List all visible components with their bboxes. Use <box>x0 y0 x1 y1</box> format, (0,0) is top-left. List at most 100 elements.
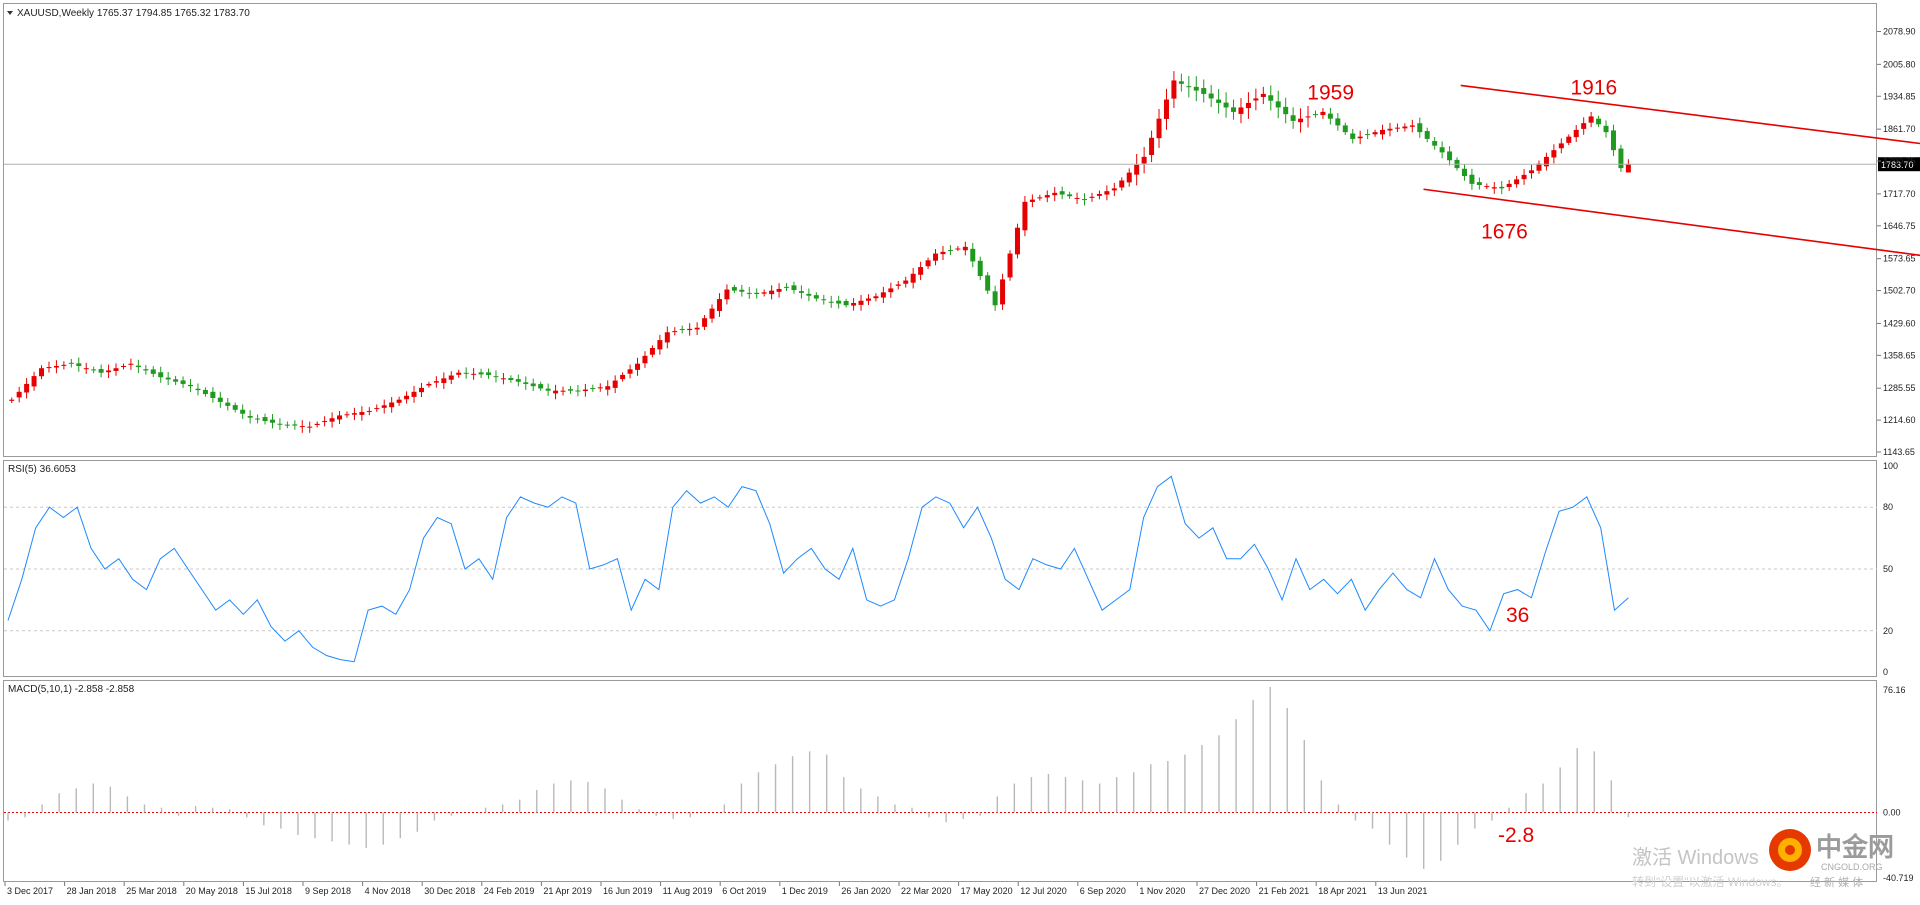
candle-body <box>747 293 752 294</box>
candle-body <box>210 392 215 398</box>
candle-body <box>553 391 558 394</box>
candle-body <box>315 424 320 425</box>
macd-value-annotation: -2.8 <box>1498 824 1534 847</box>
time-tick-label: 25 Mar 2018 <box>126 886 177 896</box>
candle-body <box>575 391 580 392</box>
candle-body <box>769 291 774 294</box>
candle-body <box>993 291 998 305</box>
candle-body <box>1604 126 1609 132</box>
candle-body <box>322 421 327 422</box>
candle-body <box>1335 118 1340 125</box>
time-tick-label: 13 Jun 2021 <box>1378 886 1428 896</box>
candle-body <box>374 408 379 409</box>
candle-body <box>359 412 364 415</box>
candle-body <box>710 309 715 319</box>
candle-body <box>1060 191 1065 194</box>
candle-body <box>665 332 670 342</box>
candle-body <box>1410 125 1415 126</box>
candle-body <box>1589 116 1594 122</box>
candle-body <box>1373 132 1378 134</box>
candle-body <box>523 382 528 384</box>
candle-body <box>695 328 700 330</box>
candle-body <box>17 392 22 398</box>
price-tick-label: 1934.85 <box>1883 91 1916 101</box>
candle-body <box>844 301 849 305</box>
candle-body <box>76 363 81 366</box>
candle-body <box>307 427 312 428</box>
candle-body <box>717 299 722 311</box>
candle-body <box>464 373 469 374</box>
candle-body <box>1022 202 1027 230</box>
brand-name: 中金网 <box>1816 832 1894 862</box>
candle-body <box>1052 193 1057 195</box>
candle-body <box>1291 115 1296 121</box>
rsi-value-annotation: 36 <box>1506 604 1529 627</box>
candle-body <box>836 301 841 304</box>
candle-body <box>292 424 297 425</box>
candle-body <box>754 293 759 294</box>
candle-body <box>389 402 394 407</box>
candle-body <box>635 364 640 370</box>
candle-body <box>1209 94 1214 99</box>
candle-body <box>151 369 156 373</box>
price-tick-label: 1646.75 <box>1883 221 1916 231</box>
candle-body <box>1395 128 1400 129</box>
price-tick-label: 2078.90 <box>1883 26 1916 36</box>
candle-body <box>479 372 484 374</box>
candle-body <box>650 348 655 355</box>
candle-body <box>1097 194 1102 196</box>
candle-body <box>1492 187 1497 188</box>
candle-body <box>806 294 811 296</box>
candle-body <box>799 291 804 293</box>
candle-body <box>881 292 886 297</box>
candle-body <box>791 285 796 290</box>
candle-body <box>255 419 260 420</box>
candle-body <box>1298 119 1303 123</box>
candle-body <box>225 403 230 406</box>
price-tick-label: 2005.80 <box>1883 59 1916 69</box>
price-tick-label: 1861.70 <box>1883 124 1916 134</box>
candle-body <box>337 415 342 419</box>
candle-body <box>866 299 871 301</box>
candle-body <box>1030 200 1035 202</box>
price-tick-label: 1285.55 <box>1883 383 1916 393</box>
candle-body <box>739 290 744 292</box>
time-tick-label: 6 Oct 2019 <box>722 886 766 896</box>
candle-body <box>1008 254 1013 278</box>
candle-body <box>762 292 767 293</box>
candle-body <box>1186 86 1191 87</box>
candle-body <box>605 386 610 389</box>
candle-body <box>1462 169 1467 176</box>
candle-body <box>114 368 119 371</box>
candle-body <box>158 372 163 377</box>
candle-body <box>32 376 37 386</box>
candle-body <box>1417 123 1422 132</box>
candle-body <box>99 369 104 373</box>
candle-body <box>1231 107 1236 112</box>
candle-body <box>285 425 290 426</box>
time-tick-label: 1 Dec 2019 <box>782 886 828 896</box>
candle-body <box>1306 116 1311 117</box>
time-tick-label: 30 Dec 2018 <box>424 886 475 896</box>
candle-body <box>84 368 89 369</box>
chart-canvas[interactable]: XAUUSD,Weekly 1765.37 1794.85 1765.32 17… <box>0 0 1920 900</box>
brand-url: CNGOLD.ORG <box>1821 862 1883 872</box>
rsi-tick-label: 0 <box>1883 667 1888 677</box>
candle-body <box>1320 112 1325 115</box>
candle-body <box>657 340 662 349</box>
candle-body <box>1328 114 1333 119</box>
candle-body <box>933 254 938 261</box>
time-tick-label: 21 Apr 2019 <box>543 886 592 896</box>
candle-body <box>1574 130 1579 137</box>
candle-body <box>1179 81 1184 84</box>
candle-body <box>1618 149 1623 169</box>
candle-body <box>1365 134 1370 135</box>
candle-body <box>859 301 864 305</box>
candle-body <box>173 379 178 381</box>
candle-body <box>1201 88 1206 94</box>
candle-body <box>1507 184 1512 187</box>
candle-body <box>1581 123 1586 129</box>
candle-body <box>1157 119 1162 139</box>
candle-body <box>851 303 856 306</box>
time-tick-label: 12 Jul 2020 <box>1020 886 1067 896</box>
